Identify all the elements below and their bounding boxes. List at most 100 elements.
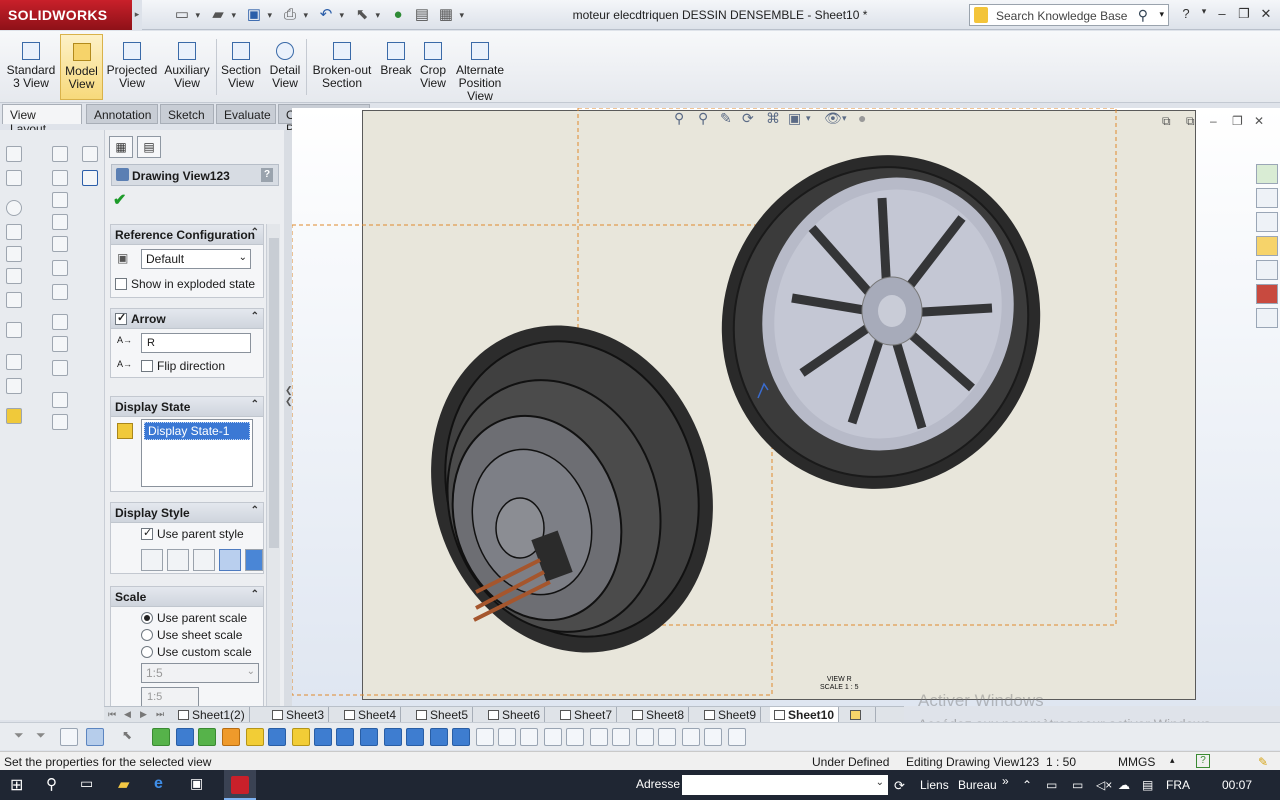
sketch-tool-icon[interactable] — [82, 170, 98, 186]
undo-icon[interactable]: ↶ — [314, 5, 344, 25]
flip-direction-checkbox[interactable]: Flip direction — [141, 359, 225, 373]
view-palette-icon[interactable] — [1256, 260, 1278, 280]
tile-window-icon[interactable]: ⧉ — [1162, 114, 1171, 129]
snap-tool-icon[interactable] — [658, 728, 676, 746]
sketch-tool-icon[interactable] — [52, 414, 68, 430]
search-dropdown-icon[interactable]: ▾ — [1159, 9, 1164, 20]
restore-document-icon[interactable]: ❐ — [1232, 114, 1243, 128]
previous-view-icon[interactable]: ✎ — [720, 110, 732, 127]
snap-tool-icon[interactable] — [612, 728, 630, 746]
desktop-toolbar[interactable]: Bureau — [958, 778, 997, 792]
options-icon[interactable]: ▦ — [434, 5, 464, 25]
snap-tool-icon[interactable] — [728, 728, 746, 746]
snap-tool-icon[interactable] — [198, 728, 216, 746]
snap-tool-icon[interactable] — [360, 728, 378, 746]
design-library-icon[interactable] — [1256, 212, 1278, 232]
view-orientation-icon[interactable]: ⌘ — [766, 110, 780, 127]
sketch-tool-icon[interactable] — [52, 392, 68, 408]
sketch-tool-icon[interactable] — [6, 322, 22, 338]
network-icon[interactable]: ▭ — [1072, 778, 1083, 792]
group-header[interactable]: Display State ⌃ — [111, 397, 263, 417]
sketch-tool-icon[interactable] — [6, 146, 22, 162]
restore-window-icon[interactable]: ❐ — [1234, 6, 1254, 24]
wireframe-style-icon[interactable] — [141, 549, 163, 571]
tab-sheet8[interactable]: Sheet8 — [628, 707, 690, 722]
minimize-document-icon[interactable]: – — [1210, 114, 1217, 128]
tab-sheet9[interactable]: Sheet9 — [700, 707, 762, 722]
search-icon[interactable]: ⚲ — [46, 775, 66, 795]
links-toolbar[interactable]: Liens — [920, 778, 949, 792]
zoom-to-area-icon[interactable]: ⚲ — [698, 110, 708, 127]
snap-tool-icon[interactable] — [176, 728, 194, 746]
tab-view-layout[interactable]: View Layout — [2, 104, 82, 136]
sketch-tool-icon[interactable] — [52, 192, 68, 208]
save-icon[interactable]: ▣ — [242, 5, 272, 25]
snap-tool-icon[interactable] — [520, 728, 538, 746]
tile-window-icon[interactable]: ⧉ — [1186, 114, 1195, 129]
sketch-tool-icon[interactable] — [6, 224, 22, 240]
tab-sheet4[interactable]: Sheet4 — [340, 707, 402, 722]
search-icon[interactable]: ⚲ — [1138, 7, 1148, 24]
tab-sketch[interactable]: Sketch — [160, 104, 214, 124]
minimize-window-icon[interactable]: – — [1212, 6, 1232, 24]
snap-tool-icon[interactable] — [406, 728, 424, 746]
sketch-tool-icon[interactable] — [52, 146, 68, 162]
help-icon[interactable]: ? — [1176, 6, 1196, 24]
appearance-icon[interactable]: ● — [858, 110, 866, 126]
snap-tool-icon[interactable] — [222, 728, 240, 746]
snap-tool-icon[interactable] — [498, 728, 516, 746]
volume-icon[interactable]: ◁× — [1096, 778, 1112, 792]
property-manager-tab-icon[interactable]: ▤ — [137, 136, 161, 158]
snap-tool-icon[interactable] — [152, 728, 170, 746]
snap-tool-icon[interactable] — [452, 728, 470, 746]
list-item[interactable]: Display State-1 — [144, 422, 250, 440]
snap-tool-icon[interactable] — [384, 728, 402, 746]
snap-tool-icon[interactable] — [292, 728, 310, 746]
sketch-tool-icon[interactable] — [52, 284, 68, 300]
address-input[interactable]: ⌄ — [682, 775, 888, 795]
ok-checkmark-icon[interactable]: ✔ — [113, 190, 126, 210]
snap-tool-icon[interactable] — [314, 728, 332, 746]
select-other-icon[interactable]: ⬉ — [122, 728, 140, 746]
arrow-label-input[interactable]: R — [141, 333, 251, 353]
hide-show-items-icon[interactable]: 👁 — [824, 110, 842, 127]
rebuild-status-icon[interactable]: ✎ — [1258, 755, 1268, 769]
wheel-rim-view[interactable] — [675, 110, 1087, 534]
clock[interactable]: 00:07 — [1222, 778, 1252, 792]
notifications-icon[interactable]: ▤ — [1142, 778, 1153, 792]
first-sheet-icon[interactable]: ⏮ — [108, 709, 116, 720]
tab-sheet3[interactable]: Sheet3 — [268, 707, 330, 722]
tab-sheet5[interactable]: Sheet5 — [412, 707, 474, 722]
select-cursor-icon[interactable]: ⬉ — [350, 5, 380, 25]
arrow-enable-checkbox[interactable] — [115, 311, 127, 325]
help-dropdown-icon[interactable]: ▾ — [1194, 6, 1214, 24]
property-manager-scrollbar[interactable] — [266, 224, 280, 706]
windows-start-icon[interactable]: ⊞ — [10, 775, 30, 795]
sketch-tool-icon[interactable] — [52, 170, 68, 186]
close-window-icon[interactable]: ✕ — [1256, 6, 1276, 24]
search-knowledge-base-input[interactable]: Search Knowledge Base ⚲ ▾ — [969, 4, 1169, 26]
snap-tool-icon[interactable] — [590, 728, 608, 746]
home-icon[interactable] — [1256, 188, 1278, 208]
select-pointer-icon[interactable] — [86, 728, 104, 746]
tab-sheet10[interactable]: Sheet10 — [770, 707, 840, 722]
task-view-icon[interactable]: ▭ — [80, 775, 100, 795]
toolbar-expand-icon[interactable]: » — [1002, 774, 1009, 788]
snap-tool-icon[interactable] — [544, 728, 562, 746]
panel-splitter[interactable]: ❮ ❮ — [284, 130, 293, 708]
snap-tool-icon[interactable] — [336, 728, 354, 746]
zoom-to-fit-icon[interactable]: ⚲ — [674, 110, 684, 127]
radio[interactable] — [141, 629, 153, 641]
cloud-icon[interactable]: ☁ — [1118, 778, 1130, 792]
alternate-position-view-button[interactable]: Alternate Position View — [452, 34, 508, 103]
appearances-icon[interactable] — [1256, 284, 1278, 304]
print-icon[interactable]: ⎙ — [278, 5, 308, 25]
filter-faces-icon[interactable] — [60, 728, 78, 746]
break-button[interactable]: Break — [378, 34, 414, 100]
feature-tree-tab-icon[interactable]: ▦ — [109, 136, 133, 158]
custom-properties-icon[interactable] — [1256, 308, 1278, 328]
detail-view-button[interactable]: Detail View — [266, 34, 304, 100]
solidworks-taskbar-button[interactable] — [224, 770, 256, 800]
hidden-lines-removed-icon[interactable] — [193, 549, 215, 571]
snap-tool-icon[interactable] — [246, 728, 264, 746]
